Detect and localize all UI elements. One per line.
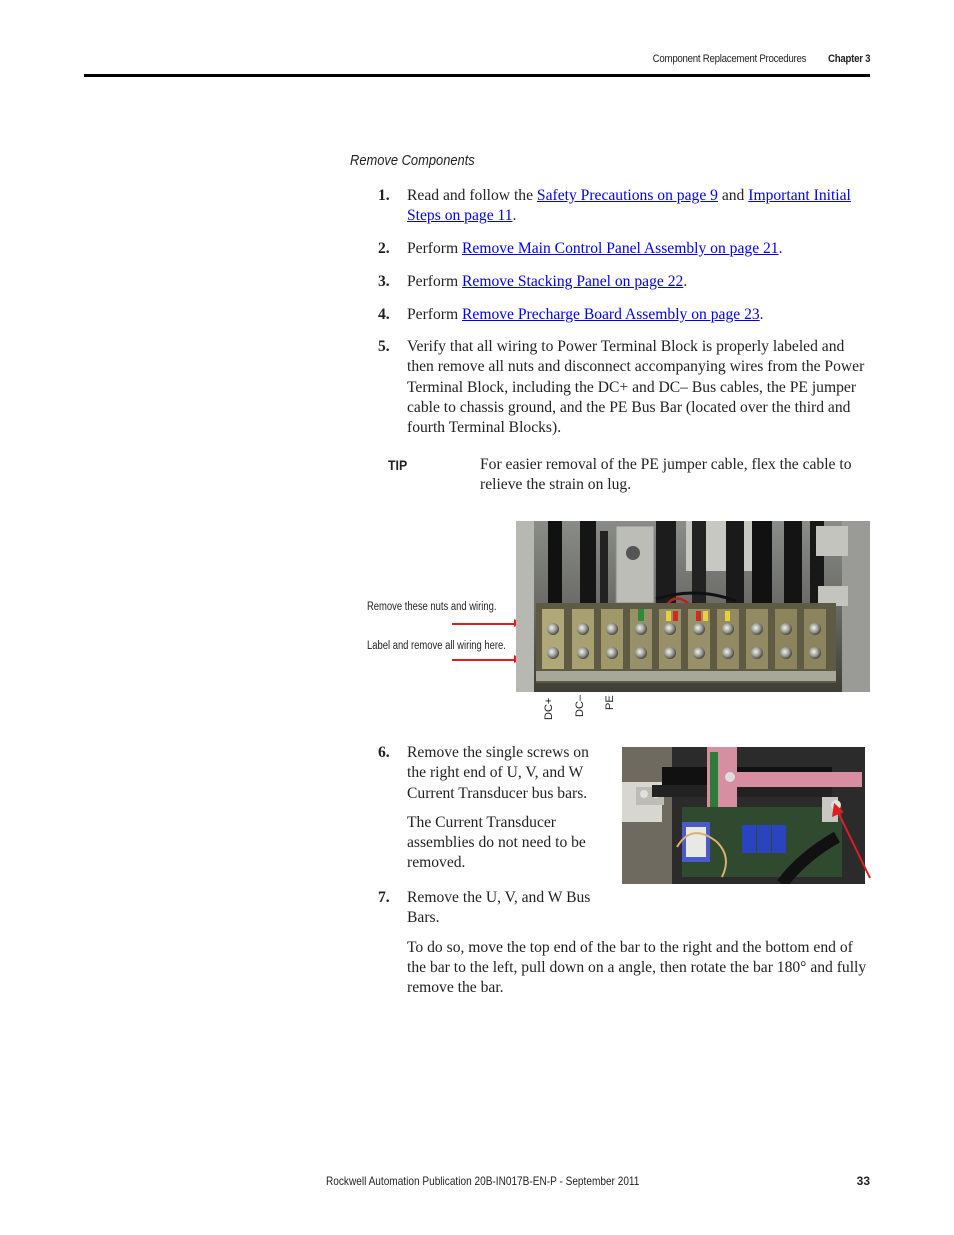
link-safety-precautions[interactable]: Safety Precautions on page 9 [537, 187, 718, 204]
callout-arrow [452, 656, 522, 662]
step-text: Remove the U, V, and W Bus Bars. To do s… [407, 888, 872, 998]
step-text-fragment: . [683, 273, 688, 290]
step-text-fragment: . [512, 207, 517, 225]
tip-label: TIP [388, 457, 408, 473]
tip-text: For easier removal of the PE jumper cabl… [480, 456, 852, 494]
step-instruction: Remove the single screws on the right en… [407, 744, 589, 802]
step-number: 2. [378, 240, 390, 257]
link-remove-stacking-panel[interactable]: Remove Stacking Panel on page 22 [462, 273, 683, 290]
step-text-fragment: . [759, 306, 764, 323]
step-text: Perform Remove Main Control Panel Assemb… [407, 239, 877, 259]
header-rule [84, 74, 870, 77]
step-note: The Current Transducer assemblies do not… [407, 813, 586, 872]
step-number: 6. [378, 744, 390, 761]
header-text: Component Replacement Procedures Chapter… [652, 53, 870, 65]
callout-arrow [452, 620, 522, 626]
step-note: To do so, move the top end of the bar to… [407, 938, 867, 997]
callout-remove-nuts: Remove these nuts and wiring. [367, 601, 497, 613]
step-text: Perform Remove Stacking Panel on page 22… [407, 272, 877, 292]
step-text-fragment: and [717, 187, 749, 204]
step-number: 7. [378, 889, 390, 906]
terminal-block-photo [516, 521, 870, 692]
step-number: 1. [378, 187, 390, 204]
step-text-fragment: Perform [407, 273, 462, 290]
terminal-block-illustration [516, 521, 870, 692]
page-number: 33 [856, 1174, 870, 1188]
terminal-label-dc-minus: DC– [574, 694, 586, 717]
step-text: Read and follow the Safety Precautions o… [407, 186, 872, 227]
step-text: Perform Remove Precharge Board Assembly … [407, 305, 877, 325]
step-text-fragment: . [778, 240, 783, 257]
link-remove-main-control-panel[interactable]: Remove Main Control Panel Assembly on pa… [462, 240, 779, 257]
step-instruction: Remove the U, V, and W Bus Bars. [407, 889, 591, 927]
page-header: Component Replacement Procedures Chapter… [84, 52, 870, 74]
step-number: 3. [378, 273, 390, 290]
callout-label-wiring: Label and remove all wiring here. [367, 640, 506, 652]
header-chapter: Chapter 3 [827, 53, 871, 65]
terminal-label-pe: PE [604, 695, 616, 710]
callout-arrow-screw [832, 803, 871, 879]
footer-publication: Rockwell Automation Publication 20B-IN01… [326, 1174, 640, 1188]
step-text-fragment: Perform [407, 240, 462, 257]
section-title: Remove Components [350, 152, 475, 169]
terminal-label-dc-plus: DC+ [543, 697, 555, 720]
header-section-title: Component Replacement Procedures [652, 53, 806, 65]
link-remove-precharge-board[interactable]: Remove Precharge Board Assembly on page … [462, 306, 760, 323]
step-text: Remove the single screws on the right en… [407, 743, 602, 874]
step-text-fragment: Perform [407, 306, 462, 323]
step-number: 4. [378, 306, 390, 323]
step-text-fragment: Read and follow the [407, 187, 537, 204]
step-text: Verify that all wiring to Power Terminal… [407, 338, 865, 437]
step-number: 5. [378, 338, 390, 355]
